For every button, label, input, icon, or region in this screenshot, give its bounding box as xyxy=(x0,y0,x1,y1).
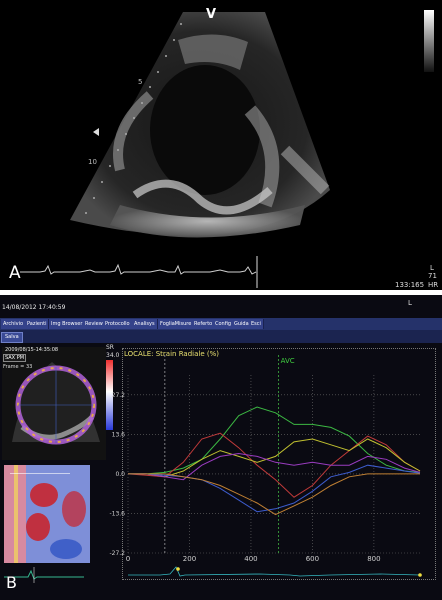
frame-readout: 133:165 xyxy=(395,281,425,289)
x-tick-label: 200 xyxy=(183,555,196,563)
ventricle-cavity xyxy=(150,65,260,195)
x-tick-label: 600 xyxy=(306,555,319,563)
y-tick-label: -27.2 xyxy=(109,550,125,557)
value-71: 71 xyxy=(428,272,437,280)
depth-label-5: 5 xyxy=(138,78,143,86)
heart-rate-label: HR xyxy=(428,281,439,289)
ecg-trace xyxy=(20,263,257,275)
strain-software-panel-b: 14/08/2012 17:40:59 L Archivio Pazienti … xyxy=(0,295,442,600)
strain-series-6 xyxy=(128,473,420,516)
orientation-marker-v: V xyxy=(206,7,217,22)
x-tick-label: 0 xyxy=(126,555,130,563)
x-tick-label: 800 xyxy=(367,555,380,563)
ecg-marker-start xyxy=(176,567,180,571)
grayscale-bar xyxy=(424,10,434,72)
chart-ecg-trace xyxy=(128,566,421,577)
orientation-marker-l: L xyxy=(430,264,434,272)
strain-series-5 xyxy=(128,464,421,513)
ecg-marker-end xyxy=(418,573,422,577)
y-tick-label: 0.0 xyxy=(115,471,125,478)
strain-line-chart: 0 200 400 600 800 27.2 13.6 0.0 -13.6 -27.2 AVC xyxy=(109,355,422,577)
y-tick-label: 13.6 xyxy=(112,431,126,438)
y-tick-label: 27.2 xyxy=(112,392,126,399)
panel-label-a: A xyxy=(9,263,21,283)
x-tick-label: 400 xyxy=(244,555,257,563)
y-tick-label: -13.6 xyxy=(109,510,125,517)
depth-label-10: 10 xyxy=(88,158,97,166)
echo-sector-image xyxy=(20,10,434,288)
echo-panel-a: V 5 10 A L 71 133:165 HR xyxy=(0,0,442,290)
avc-label: AVC xyxy=(281,357,295,365)
focus-marker-icon xyxy=(93,128,99,136)
